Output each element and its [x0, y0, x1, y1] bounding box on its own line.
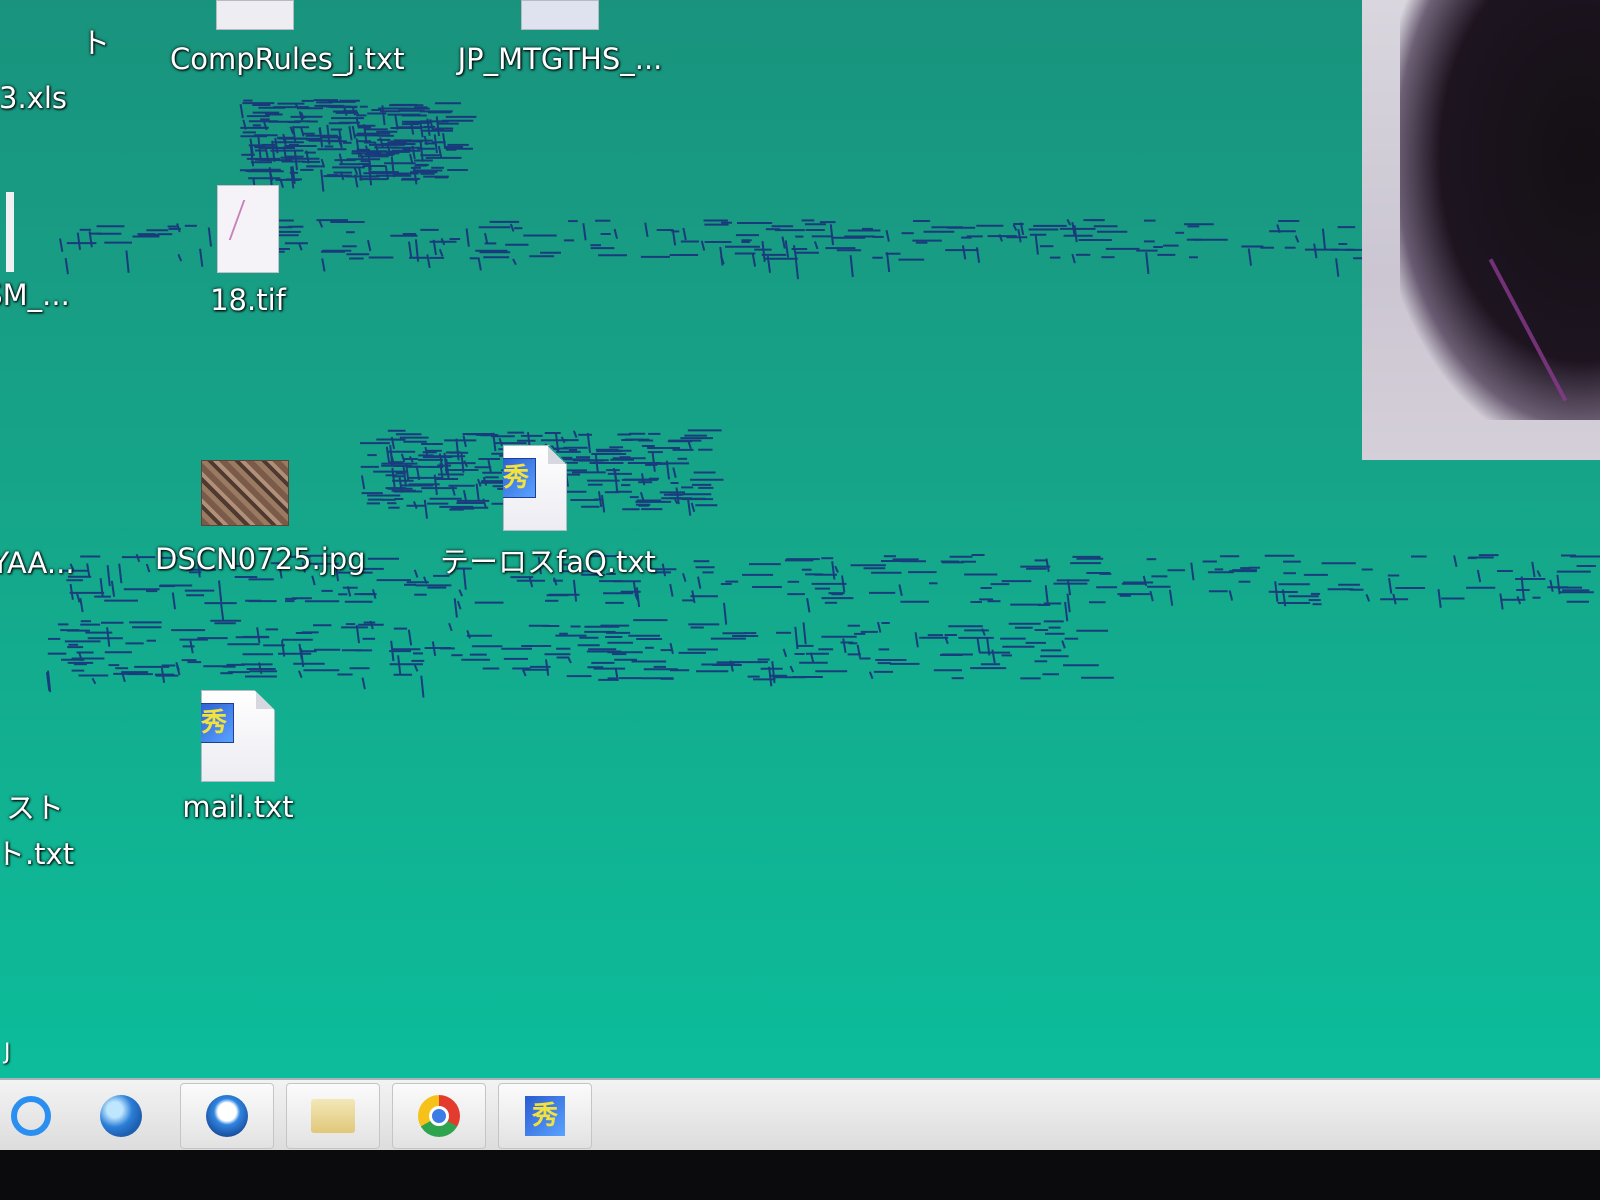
desktop-icon-comprules[interactable]: CompRules_j.txt — [170, 0, 405, 82]
page-fold — [548, 446, 566, 464]
desktop-icon-label: DSCN0725.jpg — [155, 542, 366, 576]
desktop-icon-label: 3.xls — [0, 81, 67, 115]
desktop-icon-label: SM_... — [0, 278, 70, 312]
photo-thumbnail-icon — [201, 460, 289, 526]
image-file-icon — [217, 185, 279, 273]
taskbar-mail-button[interactable] — [180, 1083, 274, 1149]
desktop-icon-cut-2[interactable]: 3.xls — [0, 75, 118, 121]
desktop-icon-cut-1[interactable]: ト — [0, 20, 110, 66]
page-fold — [256, 691, 274, 709]
desktop-icon-label: スト — [5, 791, 64, 825]
internet-explorer-icon — [11, 1096, 51, 1136]
desktop-icon-label: JP_MTGTHS_... — [457, 42, 663, 76]
desktop-icon-label: mail.txt — [182, 790, 294, 824]
desktop-icon-cut-3[interactable]: SM_... — [0, 192, 112, 318]
desktop-icon-label: ト.txt — [0, 837, 75, 872]
desktop-icon-label: YAA... — [0, 546, 75, 580]
text-file-icon — [216, 0, 294, 30]
desktop-icon-label: CompRules_j.txt — [170, 42, 405, 76]
photo-dark-hair — [1400, 0, 1600, 420]
taskbar-ie-button[interactable] — [0, 1083, 62, 1149]
desktop-icon-label: ト — [80, 26, 110, 60]
taskbar-globe-button[interactable] — [74, 1083, 168, 1149]
taskbar-explorer-button[interactable] — [286, 1083, 380, 1149]
taskbar-hidemaru-button[interactable]: 秀 — [498, 1083, 592, 1149]
chrome-icon — [418, 1095, 460, 1137]
hidemaru-text-file-icon: 秀 — [201, 690, 275, 782]
desktop-icon-mail-txt[interactable]: 秀 mail.txt — [153, 690, 323, 830]
hidemaru-editor-icon: 秀 — [525, 1096, 565, 1136]
desktop-icon-cut-4[interactable]: YAA... — [0, 540, 118, 586]
desktop-icon-jp-mtgths[interactable]: JP_MTGTHS_... — [455, 0, 665, 82]
monitor-bezel — [0, 1150, 1600, 1200]
mail-globe-icon — [206, 1095, 248, 1137]
hidemaru-badge-icon: 秀 — [201, 703, 234, 743]
desktop-icon-18-tif[interactable]: 18.tif — [163, 185, 333, 323]
desktop-icon-theros-faq[interactable]: 秀 テーロスfaQ.txt — [440, 445, 656, 585]
hidemaru-text-file-icon: 秀 — [503, 445, 567, 531]
file-icon — [6, 192, 14, 272]
edge-glyph: J — [4, 1040, 11, 1065]
desktop-icon-label: 18.tif — [210, 283, 286, 317]
desktop-background: ト 3.xls CompRules_j.txt JP_MTGTHS_... SM… — [0, 0, 1600, 1093]
hidemaru-badge-icon: 秀 — [503, 458, 536, 498]
desktop-icon-cut-5[interactable]: スト ト.txt — [0, 785, 120, 878]
globe-icon — [100, 1095, 142, 1137]
desktop-icon-dscn0725[interactable]: DSCN0725.jpg — [155, 460, 366, 582]
file-icon — [521, 0, 599, 30]
desktop-icon-label: テーロスfaQ.txt — [440, 545, 656, 579]
taskbar: 秀 — [0, 1078, 1600, 1152]
folder-icon — [311, 1099, 355, 1133]
wallpaper-photo-region — [1362, 0, 1600, 460]
taskbar-chrome-button[interactable] — [392, 1083, 486, 1149]
